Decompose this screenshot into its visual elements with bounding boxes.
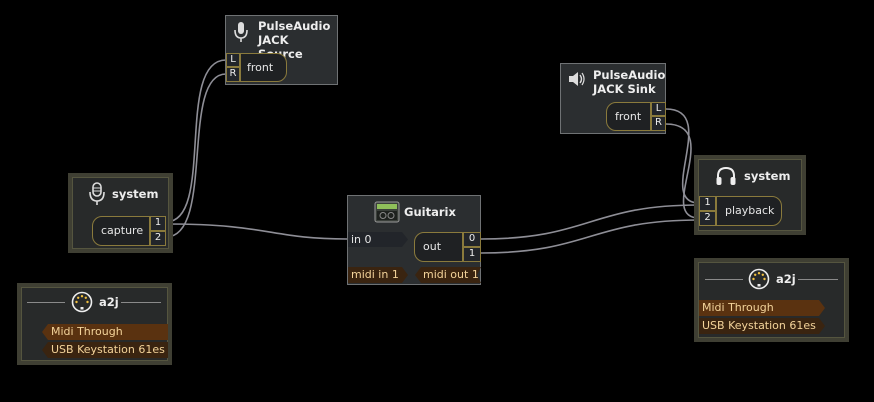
wire-guitarix0-to-playback1[interactable]	[480, 204, 700, 240]
port-group-front[interactable]: front	[240, 53, 287, 82]
node-system-playback[interactable]: system 1 2 playback	[694, 155, 806, 235]
port-2[interactable]: 2	[699, 211, 716, 226]
node-pulseaudio-jack-source[interactable]: PulseAudio JACK Source L R front	[225, 15, 338, 85]
node-pulseaudio-jack-sink[interactable]: PulseAudio JACK Sink front L R	[560, 63, 666, 134]
divider-right	[121, 302, 161, 303]
title-line-1: PulseAudio	[258, 19, 331, 33]
wire-guitarix1-to-playback2[interactable]	[480, 219, 700, 254]
midi-port-midi-through[interactable]: Midi Through	[42, 324, 168, 340]
midi-port-usb-keystation[interactable]: USB Keystation 61es	[699, 318, 825, 334]
port-label: in 0	[351, 233, 372, 246]
node-system-capture[interactable]: system capture 1 2	[68, 173, 173, 253]
node-title: Guitarix	[404, 205, 456, 219]
midi-din-icon	[748, 268, 770, 290]
headphones-icon	[716, 166, 736, 185]
port-R[interactable]: R	[651, 116, 666, 131]
port-2[interactable]: 2	[150, 231, 166, 246]
node-a2j-left[interactable]: a2j Midi Through USB Keystation 61es	[17, 283, 172, 365]
speaker-icon	[569, 72, 585, 86]
port-out-0[interactable]: 0	[463, 232, 481, 247]
port-group-label: capture	[101, 224, 144, 237]
node-guitarix[interactable]: Guitarix in 0 out 0 1 midi in 1 midi out…	[347, 195, 481, 285]
port-midi-out-1[interactable]: midi out 1	[415, 267, 481, 283]
node-title: a2j	[99, 295, 119, 309]
port-group-label: front	[615, 110, 642, 123]
port-group-playback[interactable]: playback	[716, 196, 782, 226]
port-group-front[interactable]: front	[606, 102, 651, 131]
port-group-capture[interactable]: capture	[92, 216, 150, 246]
wire-capture1-to-source-L[interactable]	[165, 59, 227, 223]
node-title: PulseAudio JACK Sink	[593, 68, 665, 96]
wire-capture2-to-source-R[interactable]	[165, 73, 227, 238]
divider-left	[27, 302, 65, 303]
port-group-label: playback	[725, 204, 775, 217]
wire-capture1-to-guitarix[interactable]	[165, 223, 348, 240]
port-group-label: front	[247, 61, 274, 74]
port-L[interactable]: L	[651, 102, 666, 116]
port-1[interactable]: 1	[699, 196, 716, 211]
port-1[interactable]: 1	[150, 216, 166, 231]
port-in-0[interactable]: in 0	[348, 232, 408, 247]
node-title: system	[744, 169, 791, 183]
midi-port-midi-through[interactable]: Midi Through	[699, 300, 825, 316]
node-a2j-right[interactable]: a2j Midi Through USB Keystation 61es	[694, 258, 849, 342]
title-line-2: JACK Sink	[593, 82, 656, 96]
amplifier-icon	[374, 201, 400, 223]
port-group-label: out	[423, 240, 442, 253]
microphone-icon	[234, 22, 248, 42]
port-L[interactable]: L	[226, 53, 240, 67]
node-title: a2j	[776, 272, 796, 286]
midi-din-icon	[71, 291, 93, 313]
microphone-icon	[89, 182, 105, 205]
port-out-1[interactable]: 1	[463, 247, 481, 262]
divider-right	[798, 279, 838, 280]
divider-left	[705, 279, 743, 280]
midi-port-usb-keystation[interactable]: USB Keystation 61es	[42, 342, 168, 358]
title-line-1: PulseAudio	[593, 68, 666, 82]
port-midi-in-1[interactable]: midi in 1	[348, 267, 408, 283]
port-group-out[interactable]: out	[414, 232, 463, 262]
node-title: system	[112, 187, 159, 201]
port-R[interactable]: R	[226, 67, 240, 82]
